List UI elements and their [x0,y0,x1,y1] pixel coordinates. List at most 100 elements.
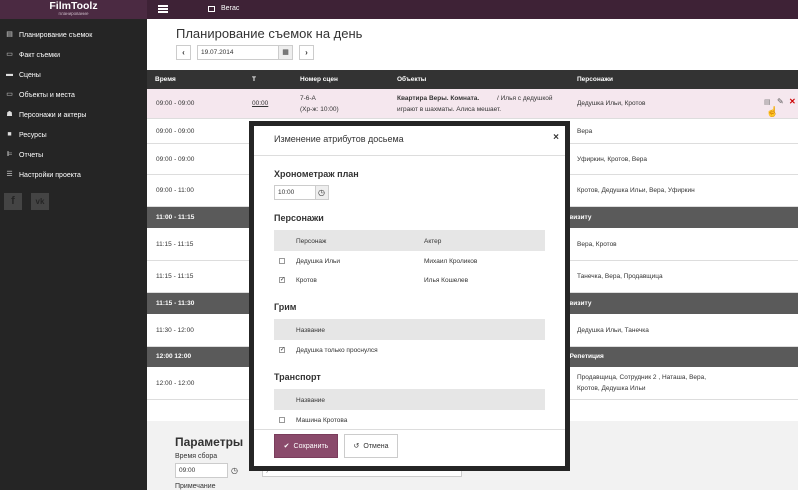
row-t[interactable]: 00:00 [252,100,268,107]
actor-name: Илья Кошелев [424,277,469,284]
sidebar-item-scenes[interactable]: ▬ Сцены [0,65,147,85]
row-characters: Вера [577,128,593,135]
calendar-icon[interactable]: ▦ [278,45,293,60]
row-characters: Дедушка Ильи, Кротов [577,100,646,107]
edit-attributes-icon[interactable]: ▤ [764,98,771,106]
hand-cursor-icon: ☝ [766,107,779,118]
characters-table-header: Персонаж Актер [274,230,545,251]
delete-icon[interactable]: ✕ [789,97,796,106]
sidebar-item-label: Планирование съемок [19,31,93,39]
timing-input[interactable]: 10:00 [274,185,316,200]
table-row[interactable]: 09:00 - 09:00 00:00 7-6-А (Хр-ж: 10:00) … [147,89,798,119]
table-header: Время Т Номер сцен Объекты Персонажи [147,70,798,89]
modal-title: Изменение атрибутов досьема [274,134,404,144]
col-time: Время [155,76,176,83]
row-characters: Продавщица, Сотрудник 2 , Наташа, Вера, [577,374,707,381]
row-characters: Вера, Кротов [577,241,617,248]
save-label: Сохранить [293,442,329,450]
sidebar-item-characters[interactable]: ☗ Персонажи и актеры [0,105,147,125]
sidebar-item-label: Объекты и места [19,91,75,99]
top-bar: Вегас [147,0,798,19]
facebook-icon[interactable]: f [4,193,22,210]
character-name: Кротов [296,277,317,284]
clapper-icon: ▬ [6,71,13,78]
menu-icon[interactable] [158,5,168,13]
modal-divider [254,155,565,156]
row-characters: Дедушка Ильи, Танечка [577,327,649,334]
character-row[interactable]: ✓ Кротов Илья Кошелев [274,271,545,290]
makeup-checkbox[interactable]: ✓ [279,347,285,353]
pencil-icon[interactable]: ✎ [777,97,784,106]
clock-icon[interactable]: ◷ [315,185,329,200]
row-characters-2: Кротов, Дедушка Ильи [577,385,646,392]
project-selector[interactable]: Вегас [208,5,239,12]
row-characters: Танечка, Вера, Продавщица [577,273,663,280]
sidebar-item-fact[interactable]: ▭ Факт съемки [0,45,147,65]
sidebar-item-planning[interactable]: ▤ Планирование съемок [0,25,147,45]
logo-text: FilmToolz [49,0,98,12]
clock-icon[interactable]: ◷ [231,466,238,475]
transport-row[interactable]: Машина Кротова [274,411,545,430]
sidebar-item-reports[interactable]: ⊫ Отчеты [0,145,147,165]
character-name: Дедушка Ильи [296,258,341,265]
page-title: Планирование съемок на день [176,26,363,41]
row-characters: Уфиркин, Кротов, Вера [577,156,648,163]
character-checkbox[interactable]: ✓ [279,277,285,283]
makeup-table-header: Название [274,319,545,340]
check-icon: ✔ [283,443,290,450]
save-button[interactable]: ✔ Сохранить [274,434,338,458]
edit-attributes-modal: Изменение атрибутов досьема × Хронометра… [249,121,570,471]
transport-table-header: Название [274,389,545,410]
sidebar: FilmToolz планирование ▤ Планирование съе… [0,0,147,490]
gather-time-label: Время сбора [175,453,218,460]
row-time: 09:00 - 09:00 [156,156,195,163]
date-input[interactable]: 19.07.2014 [197,45,279,60]
row-object-desc-2: играют в шахматы. Алиса мешает. [397,106,502,113]
row-time: 11:15 - 11:30 [156,300,195,307]
row-object-desc: / Илья с дедушкой [497,95,553,102]
vk-icon[interactable]: vk [31,193,49,210]
close-icon[interactable]: × [553,132,559,143]
character-checkbox[interactable] [279,258,285,264]
row-time: 11:00 - 11:15 [156,214,195,221]
sidebar-item-label: Сцены [19,71,41,79]
row-time: 09:00 - 09:00 [156,128,195,135]
prev-day-button[interactable]: ‹ [176,45,191,60]
sidebar-item-label: Настройки проекта [19,171,81,179]
row-time: 12:00 12:00 [156,353,192,360]
briefcase-icon: ■ [7,131,12,138]
row-time: 11:15 - 11:15 [156,241,194,248]
col-characters: Персонажи [577,76,613,83]
undo-icon: ↺ [353,443,360,450]
sidebar-item-objects[interactable]: ▭ Объекты и места [0,85,147,105]
sidebar-item-resources[interactable]: ■ Ресурсы [0,125,147,145]
col-name: Название [296,397,326,404]
gather-time-input[interactable]: 09:00 [175,463,228,478]
timing-title: Хронометраж план [274,169,359,179]
sliders-icon: ☰ [6,171,13,178]
col-objects: Объекты [397,76,427,83]
sidebar-item-settings[interactable]: ☰ Настройки проекта [0,165,147,185]
transport-checkbox[interactable] [279,417,285,423]
row-time: 11:30 - 12:00 [156,327,194,334]
col-scene: Номер сцен [300,76,338,83]
col-t: Т [252,76,256,83]
sidebar-item-label: Отчеты [19,151,44,159]
logo-subtitle: планирование [58,11,89,16]
mask-icon: ☗ [6,111,13,118]
app-logo[interactable]: FilmToolz планирование [0,0,147,19]
character-row[interactable]: Дедушка Ильи Михаил Кроликов [274,252,545,271]
row-time: 09:00 - 11:00 [156,187,194,194]
col-name: Название [296,327,326,334]
row-time: 12:00 - 12:00 [156,380,195,387]
actor-name: Михаил Кроликов [424,258,478,265]
cancel-button[interactable]: ↺ Отмена [344,434,398,458]
next-day-button[interactable]: › [299,45,314,60]
film-icon [208,5,215,12]
row-characters: Кротов, Дедушка Ильи, Вера, Уфиркин [577,187,695,194]
params-title: Параметры [175,435,244,449]
transport-title: Транспорт [274,372,321,382]
image-icon: ▭ [6,91,13,98]
project-name: Вегас [221,5,240,12]
makeup-row[interactable]: ✓ Дедушка только проснулся [274,341,545,360]
